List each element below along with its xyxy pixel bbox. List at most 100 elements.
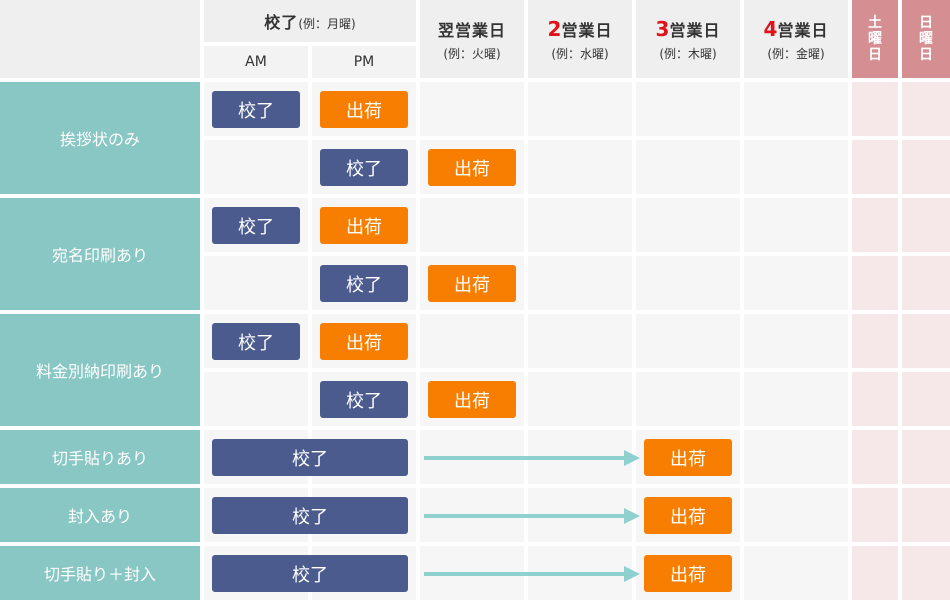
grid-cell	[744, 488, 848, 542]
kouryou-badge: 校了	[320, 381, 408, 418]
day-1-label: 翌営業日	[437, 20, 506, 40]
header-kouryou-example: (例：月曜)	[298, 17, 356, 31]
grid-cell	[528, 198, 632, 252]
grid-cell	[528, 82, 632, 136]
grid-cell	[204, 140, 308, 194]
day-3-example: (例：木曜)	[659, 46, 717, 61]
kouryou-badge: 校了	[320, 265, 408, 302]
grid-cell	[420, 314, 524, 368]
day-2-label: 営業日	[561, 20, 613, 40]
day-2-num: 2	[547, 16, 562, 41]
row-label-1: 挨拶状のみ	[0, 82, 200, 194]
kouryou-text: 校了	[346, 274, 382, 296]
row-label-3: 料金別納印刷あり	[0, 314, 200, 426]
row-label-1-text: 挨拶状のみ	[59, 130, 140, 149]
grid-cell	[528, 372, 632, 426]
arrow-icon	[424, 508, 640, 524]
header-saturday: 土曜日	[852, 0, 898, 78]
shukka-text: 出荷	[454, 274, 490, 296]
header-sunday-label: 日曜日	[919, 15, 933, 63]
weekend-cell	[852, 372, 898, 426]
arrow-icon	[424, 566, 640, 582]
day-4-num: 4	[763, 16, 778, 41]
day-4-example: (例：金曜)	[767, 46, 825, 61]
shukka-text: 出荷	[454, 158, 490, 180]
grid-cell	[420, 82, 524, 136]
kouryou-text: 校了	[292, 506, 328, 528]
grid-cell	[528, 256, 632, 310]
header-am: AM	[204, 46, 308, 78]
shukka-text: 出荷	[346, 100, 382, 122]
grid-cell	[744, 82, 848, 136]
day-1-example: (例：火曜)	[443, 46, 501, 61]
day-3-label: 営業日	[669, 20, 721, 40]
row-label-4-text: 切手貼りあり	[51, 449, 148, 468]
shukka-text: 出荷	[454, 390, 490, 412]
row-label-6: 切手貼り＋封入	[0, 546, 200, 600]
weekend-cell	[902, 546, 950, 600]
row-label-2-text: 宛名印刷あり	[51, 246, 148, 265]
shukka-badge: 出荷	[320, 91, 408, 128]
header-saturday-label: 土曜日	[868, 15, 882, 63]
kouryou-text: 校了	[238, 332, 274, 354]
shukka-text: 出荷	[670, 448, 706, 470]
weekend-cell	[852, 140, 898, 194]
shukka-text: 出荷	[670, 506, 706, 528]
kouryou-wide-badge: 校了	[212, 439, 408, 476]
grid-cell	[744, 430, 848, 484]
header-day-2: 2営業日 (例：水曜)	[528, 0, 632, 78]
weekend-cell	[852, 430, 898, 484]
weekend-cell	[902, 488, 950, 542]
weekend-cell	[852, 198, 898, 252]
shukka-badge: 出荷	[320, 323, 408, 360]
shukka-text: 出荷	[346, 332, 382, 354]
shukka-text: 出荷	[346, 216, 382, 238]
grid-cell	[744, 140, 848, 194]
grid-cell	[528, 140, 632, 194]
weekend-cell	[902, 140, 950, 194]
weekend-cell	[852, 82, 898, 136]
weekend-cell	[852, 314, 898, 368]
grid-cell	[744, 314, 848, 368]
kouryou-badge: 校了	[212, 207, 300, 244]
shukka-badge: 出荷	[320, 207, 408, 244]
grid-cell	[744, 372, 848, 426]
grid-cell	[636, 140, 740, 194]
shukka-badge: 出荷	[428, 381, 516, 418]
shukka-badge: 出荷	[428, 265, 516, 302]
header-kouryou: 校了 (例：月曜)	[204, 0, 416, 42]
row-label-5: 封入あり	[0, 488, 200, 542]
shukka-badge: 出荷	[644, 439, 732, 476]
weekend-cell	[902, 198, 950, 252]
kouryou-text: 校了	[292, 448, 328, 470]
kouryou-badge: 校了	[320, 149, 408, 186]
shukka-text: 出荷	[670, 564, 706, 586]
header-day-1: 翌営業日 (例：火曜)	[420, 0, 524, 78]
weekend-cell	[902, 82, 950, 136]
kouryou-text: 校了	[346, 390, 382, 412]
shukka-badge: 出荷	[644, 555, 732, 592]
weekend-cell	[902, 256, 950, 310]
kouryou-wide-badge: 校了	[212, 497, 408, 534]
row-label-4: 切手貼りあり	[0, 430, 200, 484]
weekend-cell	[902, 430, 950, 484]
kouryou-badge: 校了	[212, 323, 300, 360]
grid-cell	[636, 198, 740, 252]
header-kouryou-label: 校了	[264, 13, 299, 32]
arrow-icon	[424, 450, 640, 466]
weekend-cell	[902, 314, 950, 368]
weekend-cell	[852, 546, 898, 600]
kouryou-wide-badge: 校了	[212, 555, 408, 592]
header-pm-label: PM	[353, 54, 375, 70]
grid-cell	[744, 546, 848, 600]
grid-cell	[528, 314, 632, 368]
row-label-3-text: 料金別納印刷あり	[35, 362, 164, 381]
row-label-5-text: 封入あり	[67, 507, 132, 526]
kouryou-text: 校了	[346, 158, 382, 180]
day-2-example: (例：水曜)	[551, 46, 609, 61]
day-3-num: 3	[655, 16, 670, 41]
header-sunday: 日曜日	[902, 0, 950, 78]
day-4-label: 営業日	[777, 20, 829, 40]
grid-cell	[204, 372, 308, 426]
row-label-6-text: 切手貼り＋封入	[43, 565, 156, 584]
